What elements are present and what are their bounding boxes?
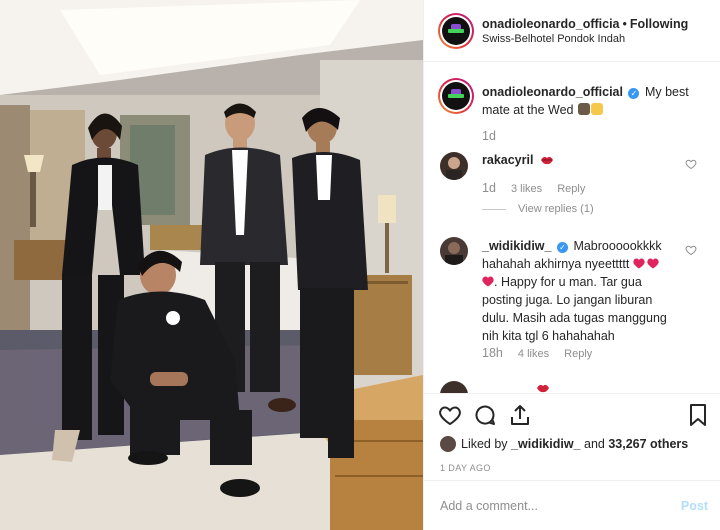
rakacyril-avatar-icon bbox=[446, 157, 462, 180]
comment-1-username[interactable]: rakacyril bbox=[482, 153, 533, 167]
instagram-post: onadioleonardo_officia • Following Swiss-B… bbox=[0, 0, 720, 530]
comment-1-meta: 1d 3 likes Reply bbox=[482, 181, 597, 195]
comment-2-line5: dulu. Masih ada tugas manggung bbox=[482, 311, 667, 325]
comment-2-like-heart-icon[interactable] bbox=[685, 244, 697, 256]
comment-2-meta: 18h 4 likes Reply bbox=[482, 346, 604, 360]
post-comment-button[interactable]: Post bbox=[681, 499, 708, 513]
comment-2-likes[interactable]: 4 likes bbox=[518, 348, 549, 360]
lips-emoji-icon bbox=[540, 156, 553, 165]
post-header: onadioleonardo_officia • Following Swiss-B… bbox=[424, 0, 720, 62]
comment-avatar-rakacyril[interactable] bbox=[440, 152, 468, 180]
couple-emoji-icon bbox=[577, 103, 590, 115]
caption-username[interactable]: onadioleonardo_official bbox=[482, 85, 623, 99]
smile-emoji-icon bbox=[590, 103, 603, 115]
liked-by-others[interactable]: 33,267 others bbox=[608, 437, 688, 451]
comment-avatar-widikidiw[interactable] bbox=[440, 237, 468, 265]
comment-1-text: rakacyril bbox=[482, 151, 554, 169]
comment-bubble-icon[interactable] bbox=[473, 403, 497, 427]
add-comment-bar: Add a comment... Post bbox=[424, 480, 720, 530]
view-replies-label: View replies (1) bbox=[518, 203, 594, 215]
caption-meta: 1d bbox=[482, 129, 508, 143]
caption-avatar[interactable] bbox=[438, 78, 474, 114]
comment-2-time[interactable]: 18h bbox=[482, 346, 503, 360]
comment-2-line4: posting juga. Lo jangan liburan bbox=[482, 293, 653, 307]
comment-2-line1: Mabroooookkkk bbox=[573, 239, 662, 253]
following-button[interactable]: Following bbox=[630, 17, 688, 31]
caption-text: onadioleonardo_official ✓ My best mate a… bbox=[482, 83, 712, 119]
comment-2-line3: . Happy for u man. Tar gua bbox=[494, 275, 642, 289]
replies-divider bbox=[482, 208, 506, 210]
partial-lips-emoji-icon bbox=[537, 384, 549, 393]
liker-avatar[interactable] bbox=[440, 436, 456, 452]
view-replies-button[interactable]: View replies (1) bbox=[482, 203, 594, 215]
post-location[interactable]: Swiss-Belhotel Pondok Indah bbox=[482, 33, 625, 45]
comment-2-username[interactable]: _widikidiw_ bbox=[482, 239, 551, 253]
post-photo[interactable] bbox=[0, 0, 423, 530]
comment-2-line2: hahahah akhirnya nyeettttt bbox=[482, 257, 630, 271]
comment-2-text: _widikidiw_ ✓ Mabroooookkkk hahahah akhi… bbox=[482, 237, 707, 345]
account-avatar[interactable] bbox=[438, 13, 474, 49]
comment-2-line6: nih kita tgl 6 hahahahah bbox=[482, 329, 615, 343]
like-heart-icon[interactable] bbox=[438, 403, 462, 427]
red-heart-emoji-icon-3 bbox=[482, 276, 494, 287]
red-heart-emoji-icon bbox=[633, 258, 645, 269]
comment-1-like-heart-icon[interactable] bbox=[685, 158, 697, 170]
comment-avatar-partial[interactable] bbox=[440, 381, 468, 393]
group-photo-image bbox=[0, 0, 423, 530]
liked-by-summary: Liked by _widikidiw_ and 33,267 others bbox=[440, 436, 688, 452]
bookmark-icon[interactable] bbox=[686, 403, 710, 427]
comment-2-reply-button[interactable]: Reply bbox=[564, 348, 592, 360]
liked-by-prefix: Liked by bbox=[461, 437, 508, 451]
liked-by-and: and bbox=[584, 437, 605, 451]
comment-1-reply-button[interactable]: Reply bbox=[557, 183, 585, 195]
post-date[interactable]: 1 DAY AGO bbox=[440, 463, 491, 473]
header-username[interactable]: onadioleonardo_officia bbox=[482, 17, 620, 31]
share-icon[interactable] bbox=[508, 403, 532, 427]
post-actions: Liked by _widikidiw_ and 33,267 others 1… bbox=[424, 393, 720, 479]
comments-list[interactable]: onadioleonardo_official ✓ My best mate a… bbox=[424, 63, 720, 393]
comment-1-likes[interactable]: 3 likes bbox=[511, 183, 542, 195]
widikidiw-avatar-icon bbox=[445, 242, 463, 265]
header-separator: • bbox=[622, 17, 627, 31]
comment-1-time[interactable]: 1d bbox=[482, 181, 496, 195]
add-comment-input[interactable]: Add a comment... bbox=[440, 499, 538, 513]
caption-time[interactable]: 1d bbox=[482, 129, 496, 143]
caption-line1: My best bbox=[644, 85, 689, 99]
post-sidebar: onadioleonardo_officia • Following Swiss-B… bbox=[423, 0, 720, 530]
liked-by-user[interactable]: _widikidiw_ bbox=[511, 437, 580, 451]
header-line: onadioleonardo_officia • Following bbox=[482, 17, 688, 31]
verified-badge-icon: ✓ bbox=[628, 88, 640, 99]
comment-2-verified-badge-icon: ✓ bbox=[556, 242, 568, 253]
caption-line2: mate at the Wed bbox=[482, 103, 574, 117]
red-heart-emoji-icon-2 bbox=[647, 258, 659, 269]
